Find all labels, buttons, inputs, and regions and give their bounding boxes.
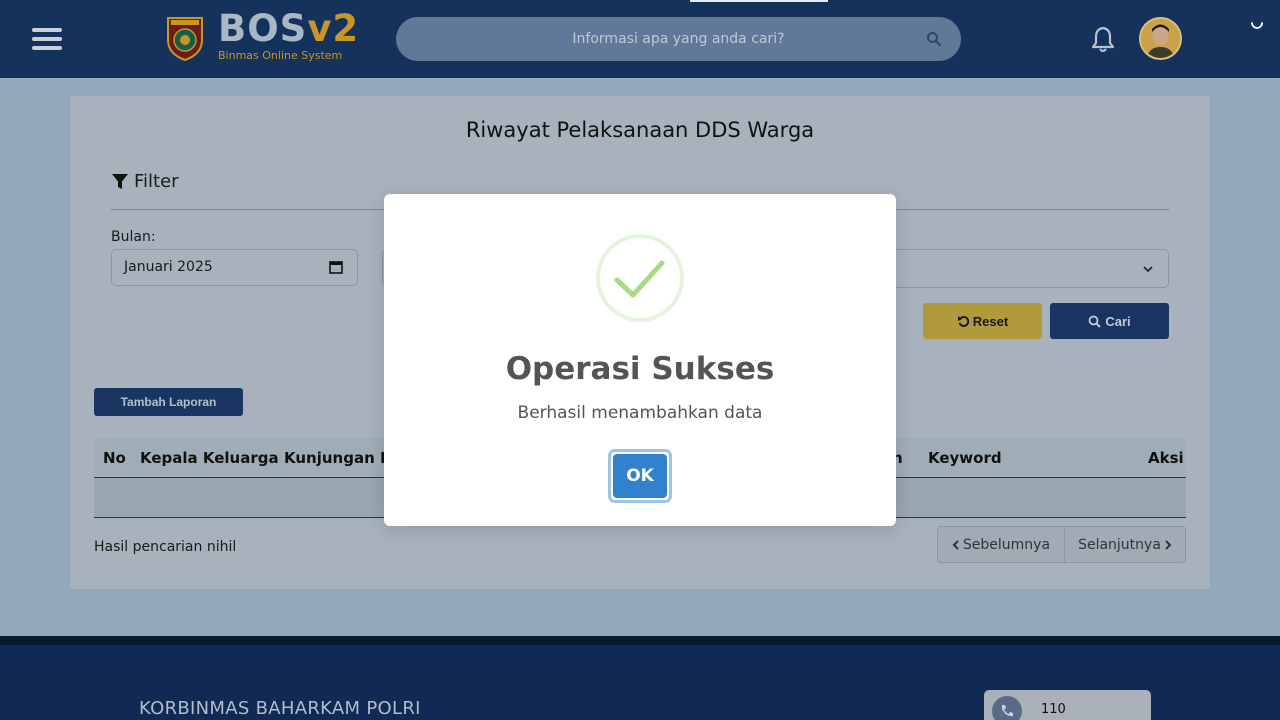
next-page-button[interactable]: Selanjutnya xyxy=(1065,527,1185,562)
loading-strip xyxy=(690,0,828,2)
filter-label: Filter xyxy=(134,171,179,192)
chevron-down-icon xyxy=(1143,266,1153,273)
calendar-icon[interactable] xyxy=(329,260,343,274)
dialog-title: Operasi Sukses xyxy=(505,351,775,387)
reset-button[interactable]: Reset xyxy=(923,303,1042,339)
add-report-label: Tambah Laporan xyxy=(120,395,217,409)
column-header-keyword: Keyword xyxy=(928,449,1002,467)
undo-icon xyxy=(957,315,969,327)
police-shield-logo xyxy=(167,17,203,62)
logo-version-text: v2 xyxy=(307,7,360,50)
search-submit-button[interactable]: Cari xyxy=(1050,303,1169,339)
logo-main-text: BOS xyxy=(218,7,308,50)
ok-button[interactable]: OK xyxy=(613,454,667,498)
footer-title: KORBINMAS BAHARKAM POLRI xyxy=(139,698,421,719)
app-logo[interactable]: BOSv2 Binmas Online System xyxy=(218,7,360,63)
column-header-aksi: Aksi xyxy=(1148,449,1184,467)
phone-icon xyxy=(992,696,1022,720)
reset-label: Reset xyxy=(972,313,1009,329)
previous-page-button[interactable]: Sebelumnya xyxy=(938,527,1065,562)
bulan-label: Bulan: xyxy=(111,229,156,245)
avatar-image xyxy=(1141,19,1180,58)
logo-subtitle: Binmas Online System xyxy=(218,49,343,62)
footer-divider xyxy=(0,636,1280,645)
search-input[interactable] xyxy=(396,17,961,61)
top-navbar: BOSv2 Binmas Online System xyxy=(0,0,1280,78)
footer-contact-card[interactable]: 110 xyxy=(984,690,1151,720)
contact-number: 110 xyxy=(1041,702,1066,717)
column-header-no: No xyxy=(103,449,126,467)
add-report-button[interactable]: Tambah Laporan xyxy=(94,388,243,416)
cari-label: Cari xyxy=(1105,313,1131,329)
user-avatar[interactable] xyxy=(1139,17,1182,60)
column-header-kepala-keluarga: Kepala Keluarga xyxy=(140,449,279,467)
page-title: Riwayat Pelaksanaan DDS Warga xyxy=(465,118,815,142)
notification-bell-icon[interactable] xyxy=(1090,25,1116,53)
ok-button-focus-ring: OK xyxy=(608,449,672,503)
search-icon xyxy=(1088,315,1102,328)
bulan-month-input[interactable]: Januari 2025 xyxy=(111,249,358,286)
chevron-right-icon xyxy=(1165,539,1172,550)
success-check-icon xyxy=(596,234,684,322)
pagination: Sebelumnya Selanjutnya xyxy=(937,526,1186,563)
search-bar[interactable] xyxy=(396,17,961,61)
chevron-left-icon xyxy=(952,539,959,550)
hamburger-menu-icon[interactable] xyxy=(32,28,62,50)
dialog-message: Berhasil menambahkan data xyxy=(517,403,763,423)
loading-spinner-icon xyxy=(1251,22,1263,29)
empty-result-text: Hasil pencarian nihil xyxy=(94,539,237,555)
filter-icon xyxy=(112,173,128,189)
filter-header: Filter xyxy=(111,171,179,192)
success-dialog: Operasi Sukses Berhasil menambahkan data… xyxy=(384,194,896,526)
search-icon[interactable] xyxy=(926,31,942,47)
previous-page-label: Sebelumnya xyxy=(962,536,1051,553)
bulan-value: Januari 2025 xyxy=(124,259,213,275)
third-filter-select[interactable] xyxy=(880,249,1169,288)
next-page-label: Selanjutnya xyxy=(1078,536,1161,553)
